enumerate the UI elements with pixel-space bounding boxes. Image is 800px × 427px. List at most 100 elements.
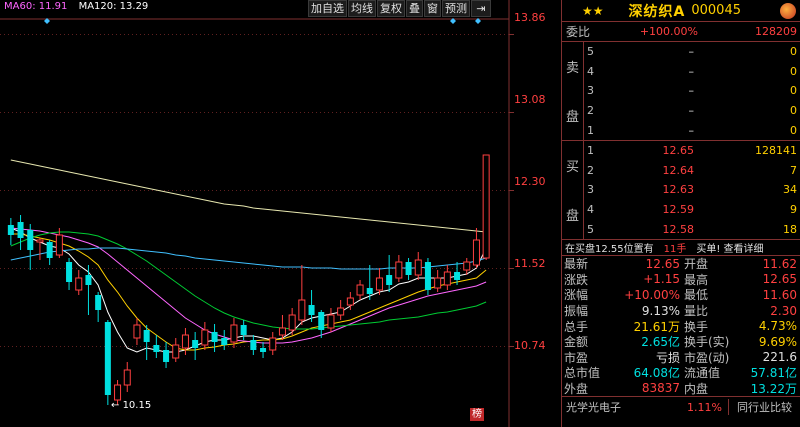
- stat-label: 涨幅: [564, 288, 589, 303]
- book-price: –: [688, 84, 695, 98]
- forecast-button[interactable]: 预测: [442, 0, 470, 17]
- book-price: –: [688, 104, 695, 118]
- buy-book-label-char: 盘: [565, 208, 579, 224]
- order-book-row[interactable]: 4 – 0: [584, 62, 800, 82]
- ma60-legend: MA60: 11.91: [4, 1, 68, 12]
- book-volume: 18: [783, 222, 797, 236]
- candle-body: [153, 345, 160, 352]
- order-ratio-diff: 128209: [755, 25, 797, 38]
- book-price: –: [688, 45, 695, 59]
- book-level: 1: [587, 144, 594, 158]
- candle-body: [230, 324, 238, 343]
- industry-name[interactable]: 光学光电子: [562, 399, 662, 415]
- ma120-legend: MA120: 13.29: [78, 1, 149, 12]
- sell-book-label-char: 卖: [565, 60, 579, 76]
- notice-detail-link[interactable]: 买单! 查看详细: [696, 240, 763, 255]
- overlay-button[interactable]: 叠: [406, 0, 423, 17]
- price-tick-label: 13.08: [514, 93, 546, 106]
- candle-body: [75, 277, 83, 291]
- quote-stats: 最新 12.65 开盘 11.62 涨跌 +1.15 最高 12.65 涨幅 +10.00% 最低 1…: [562, 256, 800, 398]
- stat-label: 最高: [684, 272, 709, 287]
- candle-body: [201, 329, 209, 346]
- candle-body: [356, 284, 364, 296]
- order-book-row[interactable]: 1 – 0: [584, 120, 800, 140]
- book-level: 5: [587, 45, 594, 59]
- stat-value: 2.30: [770, 303, 797, 318]
- stat-label: 总手: [564, 319, 589, 334]
- window-button[interactable]: 窗: [424, 0, 441, 17]
- industry-row: 光学光电子 1.11% 同行业比较: [562, 397, 800, 417]
- order-book-row[interactable]: 5 12.58 18: [584, 219, 800, 239]
- book-price: 12.63: [662, 183, 695, 197]
- book-level: 2: [587, 104, 594, 118]
- rank-badge[interactable]: 榜: [470, 408, 484, 421]
- stat-row: 最新 12.65 开盘 11.62: [562, 256, 800, 272]
- stat-label: 开盘: [684, 257, 709, 272]
- notice-text: 在买盘12.55位置有: [565, 243, 654, 255]
- order-book-row[interactable]: 1 12.65 128141: [584, 141, 800, 161]
- stat-value: 83837: [641, 381, 680, 396]
- candle-body: [192, 340, 199, 348]
- stat-label: 内盘: [684, 381, 709, 396]
- star-rating-icon[interactable]: ★★: [582, 4, 604, 18]
- candle-body: [250, 340, 257, 350]
- order-book-row[interactable]: 3 – 0: [584, 81, 800, 101]
- buy-book-rows: 1 12.65 128141 2 12.64 7 3 12.63 34 4 12.59 9 5 12.58…: [584, 141, 800, 239]
- candle-body: [318, 312, 325, 330]
- order-ratio-label: 委比: [566, 25, 591, 39]
- order-book-row[interactable]: 4 12.59 9: [584, 200, 800, 220]
- candle-body: [240, 325, 247, 335]
- industry-compare-button[interactable]: 同行业比较: [728, 399, 792, 416]
- moving-average-button[interactable]: 均线: [348, 0, 376, 17]
- book-volume: 0: [790, 84, 797, 98]
- order-book-row[interactable]: 2 12.64 7: [584, 161, 800, 181]
- stat-row: 市盈 亏损 市盈(动) 221.6: [562, 350, 800, 366]
- book-volume: 0: [790, 64, 797, 78]
- collapse-panel-icon[interactable]: ⇥: [471, 0, 491, 17]
- stat-value: 57.81亿: [750, 366, 797, 381]
- book-price: 12.65: [662, 144, 695, 158]
- adjust-price-button[interactable]: 复权: [377, 0, 405, 17]
- book-price: 12.64: [662, 163, 695, 177]
- kline-chart-svg[interactable]: [0, 0, 560, 427]
- candle-body: [66, 262, 73, 282]
- candle-body: [463, 261, 471, 271]
- large-order-notice[interactable]: 在买盘12.55位置有 11手 买单! 查看详细: [562, 240, 800, 256]
- price-tick-label: 11.52: [514, 257, 546, 270]
- candle-body: [472, 239, 480, 266]
- kline-chart[interactable]: MA60: 11.91 MA120: 13.29 加自选 均线 复权 叠 窗 预…: [0, 0, 560, 427]
- stock-logo-icon[interactable]: [780, 3, 796, 19]
- order-book-row[interactable]: 2 – 0: [584, 101, 800, 121]
- book-volume: 0: [790, 104, 797, 118]
- candle-body: [55, 234, 63, 256]
- book-price: 12.58: [662, 222, 695, 236]
- stat-label: 最低: [684, 288, 709, 303]
- candle-body: [143, 330, 150, 342]
- stat-value: 亏损: [655, 350, 680, 365]
- candle-body: [221, 338, 228, 345]
- add-watchlist-button[interactable]: 加自选: [308, 0, 347, 17]
- order-book-row[interactable]: 3 12.63 34: [584, 180, 800, 200]
- book-price: –: [688, 64, 695, 78]
- chart-toolbar: 加自选 均线 复权 叠 窗 预测 ⇥: [308, 0, 491, 17]
- candle-body: [133, 324, 141, 339]
- stat-value: 221.6: [762, 350, 797, 365]
- stat-label: 市盈(动): [684, 350, 730, 365]
- book-level: 4: [587, 203, 594, 217]
- ma-line-ma10: [10, 233, 487, 351]
- stat-value: 64.08亿: [633, 366, 680, 381]
- order-ratio-pct: +100.00%: [639, 25, 698, 38]
- book-level: 3: [587, 183, 594, 197]
- stat-value: 2.65亿: [641, 335, 680, 350]
- order-book-row[interactable]: 5 – 0: [584, 42, 800, 62]
- low-price-value: 10.15: [122, 400, 152, 411]
- stat-value: 9.13%: [641, 303, 680, 318]
- candle-body: [434, 277, 442, 289]
- sell-book-label: 卖 盘: [562, 42, 584, 140]
- candle-body: [298, 299, 306, 321]
- book-price: –: [688, 123, 695, 137]
- quote-panel: ★★ 深纺织A 000045 委比 +100.00% 128209 卖 盘 5–…: [561, 0, 800, 427]
- stock-code: 000045: [691, 3, 741, 18]
- candle-body: [337, 307, 345, 316]
- book-volume: 128141: [755, 144, 797, 158]
